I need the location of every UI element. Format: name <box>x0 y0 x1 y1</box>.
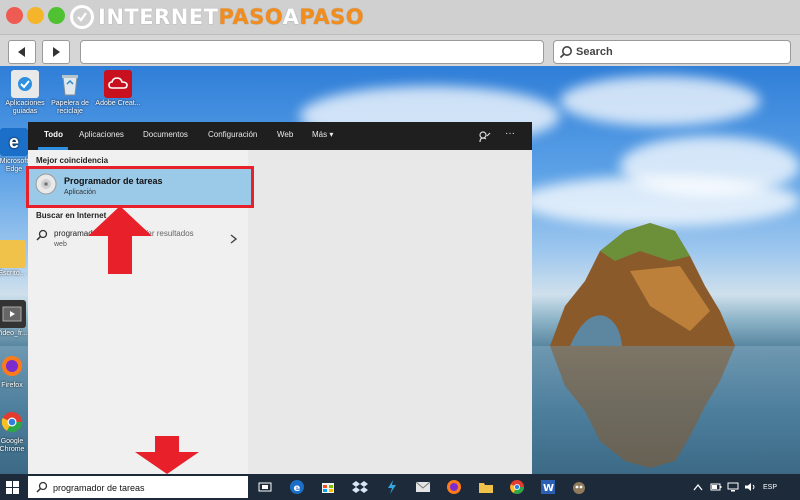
forward-button[interactable] <box>42 40 70 64</box>
sourcetree-icon[interactable] <box>384 479 400 495</box>
task-scheduler-icon <box>35 173 57 195</box>
arrow-left-icon <box>18 47 25 57</box>
windows-start-icon[interactable] <box>6 481 19 494</box>
video-file-icon <box>0 300 26 328</box>
network-icon[interactable] <box>727 482 739 492</box>
logo-icon <box>70 5 94 29</box>
store-icon[interactable] <box>320 479 336 495</box>
desktop-icon-papelera[interactable]: Papelera de reciclaje <box>45 70 95 116</box>
best-match-subtitle: Aplicación <box>64 189 96 196</box>
firefox-icon <box>0 352 26 380</box>
best-match-title: Programador de tareas <box>64 176 163 186</box>
language-indicator[interactable]: ESP <box>763 484 777 491</box>
tab-aplicaciones[interactable]: Aplicaciones <box>79 130 124 139</box>
volume-icon[interactable] <box>744 482 756 492</box>
folder-taskbar-icon[interactable] <box>478 480 494 494</box>
guided-apps-icon <box>11 70 39 98</box>
gimp-icon[interactable] <box>571 479 587 495</box>
search-filter-tabs: Todo Aplicaciones Documentos Configuraci… <box>28 122 532 150</box>
feedback-icon[interactable] <box>478 130 491 143</box>
result-preview-pane <box>248 150 532 474</box>
tab-configuracion[interactable]: Configuración <box>208 130 257 139</box>
adobe-cloud-icon <box>104 70 132 98</box>
rock-arch-image <box>550 223 735 346</box>
task-view-icon[interactable] <box>258 481 272 493</box>
chevron-right-icon[interactable] <box>230 234 237 244</box>
browser-search-box[interactable]: Search <box>553 40 791 64</box>
caret-down-icon: ▾ <box>329 130 334 139</box>
address-bar[interactable] <box>80 40 544 64</box>
desktop-icon-aplicaciones[interactable]: Aplicaciones guiadas <box>0 70 50 116</box>
battery-icon[interactable] <box>710 482 722 492</box>
search-icon <box>559 46 572 59</box>
best-match-result[interactable] <box>26 166 254 208</box>
edge-taskbar-icon[interactable]: e <box>289 479 305 495</box>
arrow-right-icon <box>53 47 60 57</box>
firefox-taskbar-icon[interactable] <box>446 479 462 495</box>
tab-todo[interactable]: Todo <box>44 130 63 139</box>
site-logo: INTERNETPASOAPASO <box>70 3 364 31</box>
more-options-button[interactable]: ··· <box>505 128 515 139</box>
svg-text:W: W <box>543 483 554 494</box>
chrome-icon <box>0 408 26 436</box>
svg-text:e: e <box>294 483 301 494</box>
maximize-window-button[interactable] <box>48 7 65 24</box>
best-match-heading: Mejor coincidencia <box>36 156 109 165</box>
tab-mas[interactable]: Más ▾ <box>312 130 333 139</box>
mail-icon[interactable] <box>415 480 431 494</box>
chrome-taskbar-icon[interactable] <box>509 479 525 495</box>
word-icon[interactable]: W <box>540 479 556 495</box>
search-icon <box>36 229 48 241</box>
close-window-button[interactable] <box>6 7 23 24</box>
arrow-up-annotation <box>88 206 152 274</box>
taskbar-search-value: programador de tareas <box>53 483 145 493</box>
chevron-up-icon[interactable] <box>693 483 703 491</box>
search-icon <box>36 481 48 493</box>
dropbox-icon[interactable] <box>352 479 368 495</box>
edge-icon: e <box>0 128 28 156</box>
logo-text: INTERNETPASOAPASO <box>98 5 365 29</box>
back-button[interactable] <box>8 40 36 64</box>
window-title-bar: INTERNETPASOAPASO <box>0 0 800 34</box>
recycle-bin-icon <box>56 70 84 98</box>
tab-web[interactable]: Web <box>277 130 293 139</box>
tab-documentos[interactable]: Documentos <box>143 130 188 139</box>
minimize-window-button[interactable] <box>27 7 44 24</box>
folder-icon <box>0 240 26 268</box>
arrow-down-annotation <box>135 436 199 474</box>
browser-toolbar: Search <box>0 34 800 67</box>
desktop-icon-adobe[interactable]: Adobe Creat... <box>93 70 143 108</box>
